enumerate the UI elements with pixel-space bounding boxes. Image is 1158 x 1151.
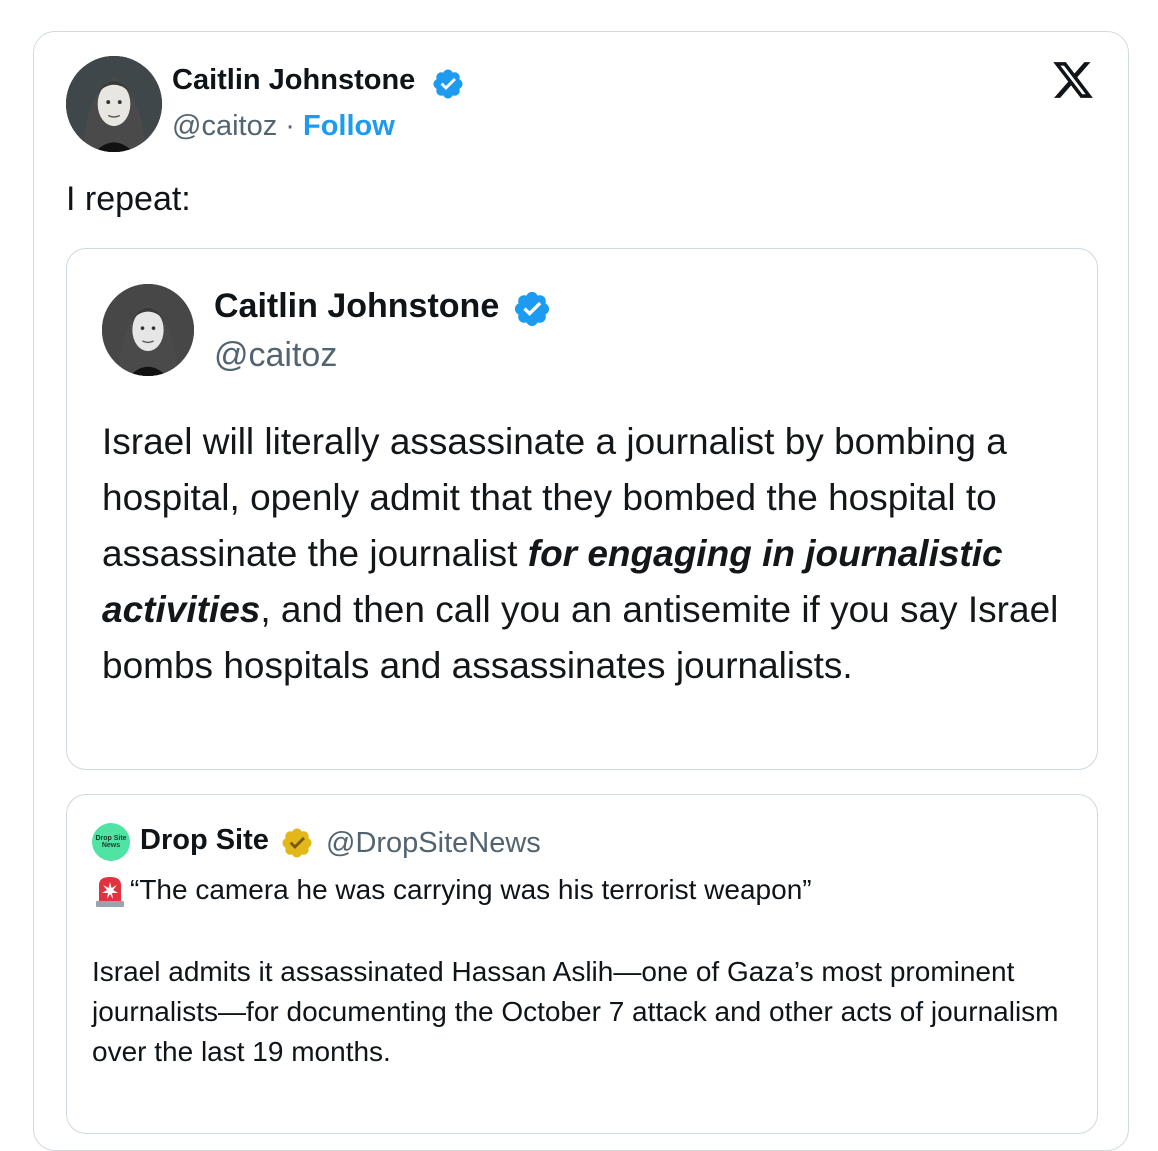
verified-badge-icon <box>433 69 463 99</box>
quoted-author-avatar <box>102 284 194 376</box>
siren-icon <box>96 877 124 907</box>
quote-body: Israel admits it assassinated Hassan Asl… <box>92 956 1059 1067</box>
avatar-portrait-icon <box>102 284 194 376</box>
follow-button[interactable]: Follow <box>303 110 395 142</box>
author-handle-row: @caitoz · Follow <box>172 110 395 143</box>
x-logo-icon[interactable] <box>1050 58 1096 102</box>
verified-gold-badge-icon <box>282 828 312 858</box>
author-avatar[interactable] <box>66 56 162 152</box>
tweet-text: I repeat: <box>66 180 191 218</box>
quoted-author-name: Caitlin Johnstone <box>214 287 500 325</box>
quoted-tweet-text: Israel will literally assassinate a jour… <box>102 414 1092 694</box>
handle-separator: · <box>285 110 295 142</box>
verified-badge-icon <box>514 291 550 327</box>
drop-site-logo: Drop Site News <box>92 823 130 861</box>
avatar-portrait-icon <box>66 56 162 152</box>
author-handle[interactable]: @caitoz <box>172 110 277 142</box>
author-name[interactable]: Caitlin Johnstone <box>172 64 415 97</box>
quoted-author-handle: @caitoz <box>214 336 338 374</box>
quote-author-name[interactable]: Drop Site <box>140 824 269 857</box>
quote-headline: “The camera he was carrying was his terr… <box>130 874 812 905</box>
quote-author-handle[interactable]: @DropSiteNews <box>326 827 541 860</box>
